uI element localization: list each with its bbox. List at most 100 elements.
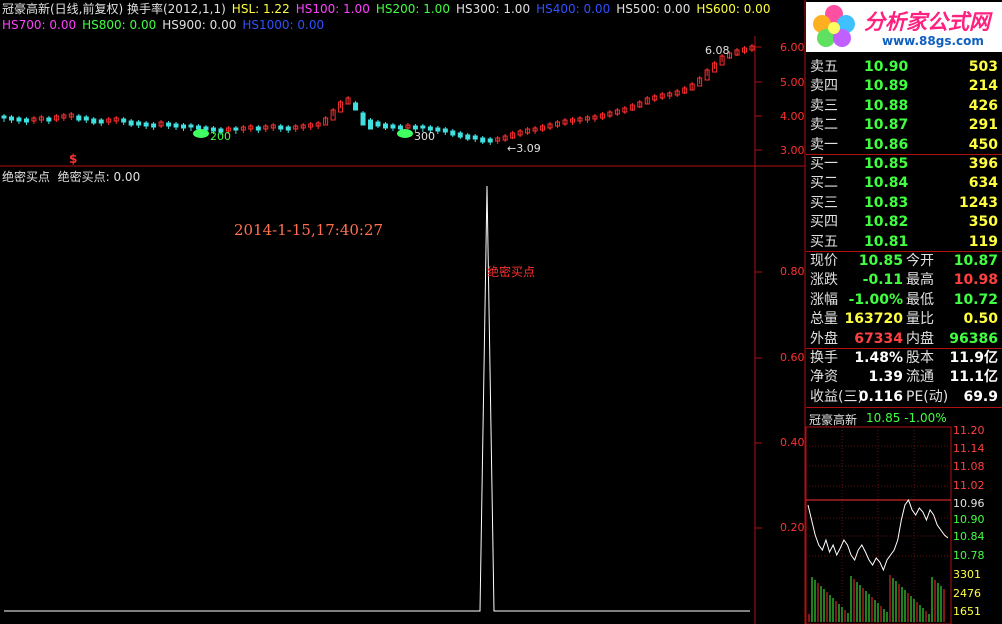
quote-volume: 119 — [968, 233, 998, 250]
sub-axis-tick: 0.60 — [780, 351, 805, 364]
mini-grid — [806, 427, 951, 624]
candlestick-series — [1, 44, 755, 145]
quote-volume: 503 — [968, 59, 998, 75]
stat-value: 0.116 — [858, 388, 903, 405]
quote-price: 10.84 — [864, 175, 909, 192]
stat-label: 最低 — [906, 291, 934, 308]
mini-volume-tick: 1651 — [953, 605, 981, 618]
candle-body — [46, 117, 52, 122]
sub-axis-tick: 0.80 — [780, 265, 805, 278]
stat-value: 96386 — [949, 330, 998, 347]
quote-volume: 396 — [968, 156, 998, 172]
mini-price-tick: 11.08 — [953, 460, 985, 473]
mini-price-tick: 11.20 — [953, 424, 985, 437]
stat-label: 收益(三) — [810, 388, 863, 405]
stat-row: 外盘 67334 内盘 96386 — [808, 330, 1000, 349]
stat-row: 净资 1.39 流通 11.1亿 — [808, 368, 1000, 387]
signal-label: 绝密买点 — [487, 265, 536, 279]
mini-volume-bars — [808, 575, 945, 622]
sub-axis-tick: 0.20 — [780, 521, 805, 534]
stat-label: 涨跌 — [810, 272, 838, 289]
quote-volume: 1243 — [959, 194, 998, 211]
quote-price: 10.86 — [864, 136, 909, 153]
stat-label: 股本 — [906, 350, 934, 366]
candle-body — [450, 130, 456, 136]
mini-price-tick: 10.96 — [953, 497, 985, 510]
mini-volume-tick: 2476 — [953, 587, 981, 600]
quote-price: 10.89 — [864, 78, 909, 95]
candle-body — [173, 123, 179, 128]
stat-row: 现价 10.85 今开 10.87 — [808, 252, 1000, 271]
stat-value: -1.00% — [848, 291, 903, 308]
quote-price: 10.82 — [864, 214, 909, 231]
stat-label: 今开 — [906, 253, 934, 269]
stat-label: 最高 — [906, 272, 934, 289]
mini-volume-tick: 3301 — [953, 568, 981, 581]
stat-label: 外盘 — [810, 330, 838, 347]
stat-label: 总量 — [810, 311, 838, 328]
quote-label: 卖三 — [810, 97, 838, 114]
candle-body — [457, 132, 463, 138]
stat-row: 换手 1.48% 股本 11.9亿 — [808, 349, 1000, 368]
stat-row: 收益(三) 0.116 PE(动) 69.9 — [808, 388, 1000, 407]
quote-row: 买五 10.81 119 — [808, 233, 1000, 252]
quote-row: 买三 10.83 1243 — [808, 194, 1000, 213]
candle-body — [1, 115, 7, 119]
stat-label: 涨幅 — [810, 291, 838, 308]
candle-body — [128, 120, 134, 126]
quote-row: 卖二 10.87 291 — [808, 116, 1000, 135]
candle-body — [151, 123, 157, 128]
stat-value: 1.39 — [868, 369, 903, 386]
stat-value: 0.50 — [963, 311, 998, 328]
mini-price-tick: 10.78 — [953, 549, 985, 562]
quote-label: 买四 — [810, 214, 838, 231]
stat-value: 69.9 — [963, 388, 998, 405]
stat-value: 11.1亿 — [949, 369, 998, 386]
main-axis-tick: 5.00 — [780, 76, 805, 89]
candle-body — [188, 124, 194, 128]
quote-row: 卖四 10.89 214 — [808, 77, 1000, 96]
timestamp: 2014-1-15,17:40:27 — [234, 221, 384, 239]
stat-label: 净资 — [810, 369, 838, 386]
stat-value: 11.9亿 — [949, 350, 998, 366]
candle-body — [23, 118, 29, 123]
stat-label: 换手 — [810, 350, 838, 366]
quote-price: 10.85 — [864, 156, 909, 172]
quote-volume: 426 — [968, 97, 998, 114]
main-axis-tick: 6.00 — [780, 41, 805, 54]
mini-price-tick: 11.14 — [953, 442, 985, 455]
candle-body — [83, 116, 89, 121]
quote-volume: 350 — [968, 214, 998, 231]
stat-value: 10.85 — [858, 253, 903, 269]
stat-row: 涨幅 -1.00% 最低 10.72 — [808, 291, 1000, 310]
stat-value: 67334 — [854, 330, 903, 347]
candle-body — [285, 126, 291, 131]
quote-price: 10.87 — [864, 117, 909, 134]
quote-price: 10.83 — [864, 194, 909, 211]
candle-body — [98, 119, 104, 124]
main-axis-ticks — [755, 46, 762, 529]
signal-line — [4, 185, 750, 612]
quote-volume: 214 — [968, 78, 998, 95]
candle-body — [487, 138, 493, 143]
candle-body — [166, 122, 172, 127]
ellipse-300-icon — [397, 129, 413, 138]
mini-price-tick: 10.84 — [953, 530, 985, 543]
stat-value: 1.48% — [854, 350, 903, 366]
quote-row: 买一 10.85 396 — [808, 155, 1000, 174]
stat-label: 量比 — [906, 311, 934, 328]
stat-value: 10.87 — [953, 253, 998, 269]
quote-row: 买四 10.82 350 — [808, 213, 1000, 232]
mark-200-label: 200 — [210, 130, 231, 143]
candle-body — [76, 115, 82, 121]
candle-body — [121, 118, 127, 123]
main-axis-tick: 3.00 — [780, 144, 805, 157]
candle-body — [368, 119, 374, 130]
candle-body — [435, 127, 441, 132]
stat-row: 涨跌 -0.11 最高 10.98 — [808, 271, 1000, 290]
quote-label: 买三 — [810, 194, 838, 211]
quote-label: 买五 — [810, 233, 838, 250]
candle-body — [353, 102, 359, 111]
quote-volume: 634 — [968, 175, 998, 192]
quote-row: 卖五 10.90 503 — [808, 58, 1000, 77]
